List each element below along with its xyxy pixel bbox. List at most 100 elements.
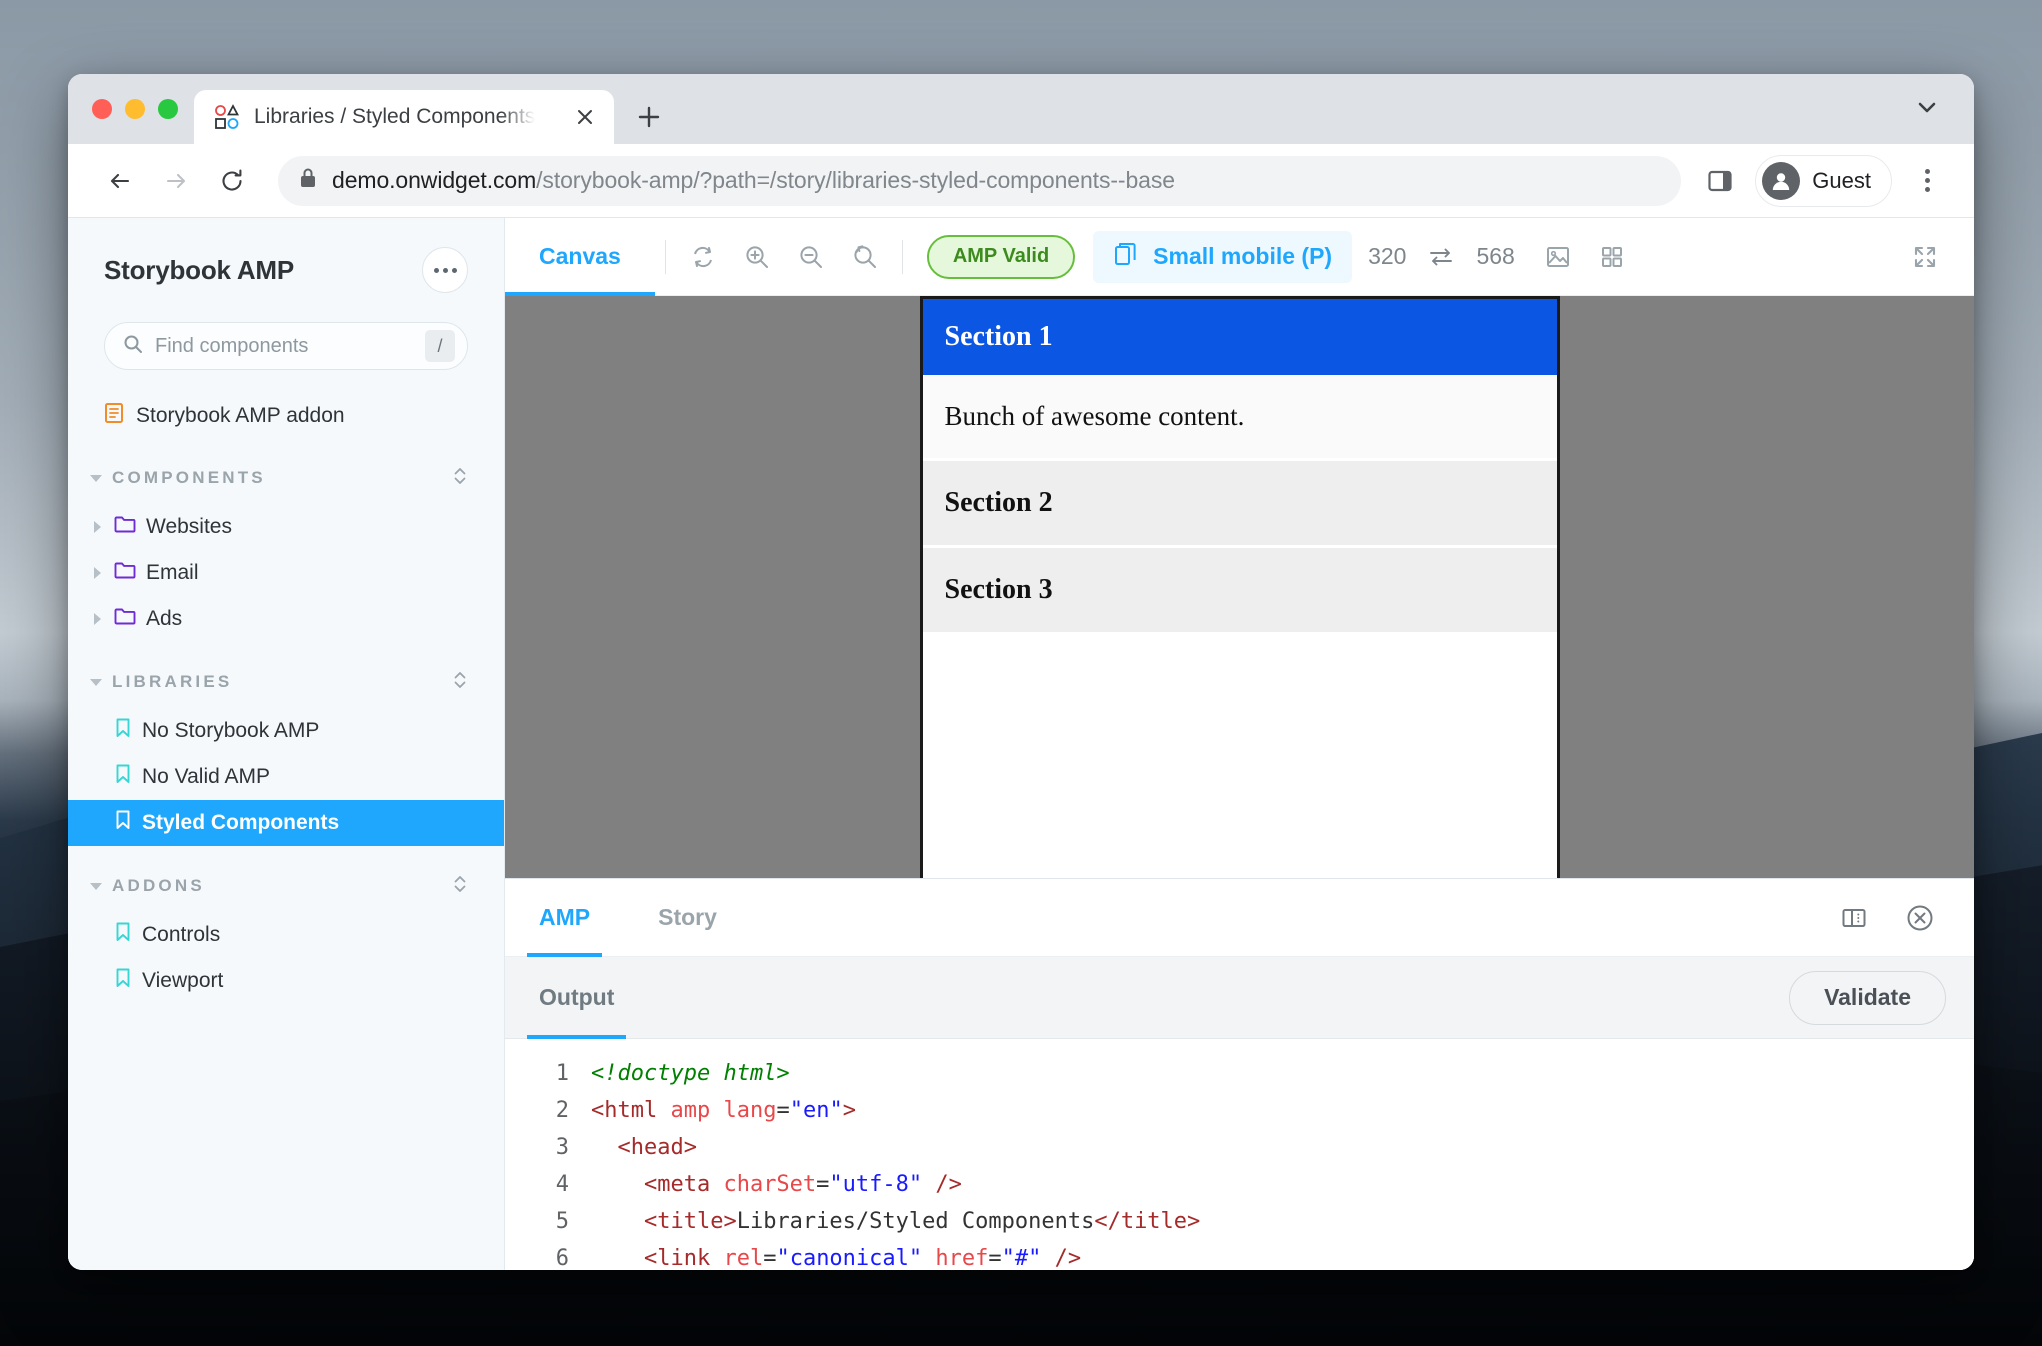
validate-button[interactable]: Validate <box>1789 971 1946 1025</box>
amp-output-code[interactable]: 1<!doctype html>2<html amp lang="en">3 <… <box>505 1039 1974 1270</box>
chevron-right-icon[interactable] <box>90 613 104 625</box>
accordion-header-3[interactable]: Section 3 <box>923 548 1557 632</box>
sidebar-item-no-storybook-amp[interactable]: No Storybook AMP <box>68 708 504 754</box>
chevron-down-icon <box>90 679 102 686</box>
browser-window: Libraries / Styled Components <box>68 74 1974 1270</box>
sidebar-item-label: No Storybook AMP <box>142 719 319 743</box>
sidebar-group-libraries[interactable]: LIBRARIES <box>68 656 504 708</box>
code-line: 3 <head> <box>505 1129 1974 1166</box>
close-circle-icon[interactable] <box>1898 896 1942 940</box>
code-line-text: <title>Libraries/Styled Components</titl… <box>591 1203 1200 1240</box>
accordion-content-1: Bunch of awesome content. <box>923 375 1557 458</box>
canvas-toolbar-right <box>1898 230 1952 284</box>
arrow-left-icon[interactable] <box>94 155 146 207</box>
divider <box>665 240 666 274</box>
sidebar-item-no-valid-amp[interactable]: No Valid AMP <box>68 754 504 800</box>
divider <box>902 240 903 274</box>
storybook-sidebar: Storybook AMP Find components / <box>68 218 505 1270</box>
sidebar-group-components[interactable]: COMPONENTS <box>68 452 504 504</box>
zoom-out-icon[interactable] <box>784 230 838 284</box>
browser-tab[interactable]: Libraries / Styled Components <box>194 90 614 144</box>
window-traffic-lights <box>68 74 194 144</box>
addon-panel-subtabs: Output Validate <box>505 957 1974 1039</box>
code-line: 4 <meta charSet="utf-8" /> <box>505 1166 1974 1203</box>
code-line-text: <html amp lang="en"> <box>591 1092 856 1129</box>
sidebar-tree: Storybook AMP addon COMPONENTS Websites <box>68 394 504 1270</box>
code-line: 6 <link rel="canonical" href="#" /> <box>505 1240 1974 1270</box>
minimize-window-button[interactable] <box>125 99 145 119</box>
preview-empty-space <box>923 632 1557 812</box>
canvas-toolbar: Canvas <box>505 218 1974 296</box>
tab-output[interactable]: Output <box>505 957 648 1039</box>
code-line-number: 4 <box>505 1166 591 1203</box>
search-input[interactable]: Find components / <box>104 322 468 370</box>
close-window-button[interactable] <box>92 99 112 119</box>
code-line-text: <link rel="canonical" href="#" /> <box>591 1240 1081 1270</box>
swap-arrows-icon[interactable] <box>1422 244 1460 270</box>
bookmark-icon <box>114 810 132 836</box>
grid-icon[interactable] <box>1585 230 1639 284</box>
address-bar[interactable]: demo.onwidget.com/storybook-amp/?path=/s… <box>278 156 1681 206</box>
zoom-in-icon[interactable] <box>730 230 784 284</box>
kebab-menu-icon[interactable] <box>1904 158 1950 204</box>
fullscreen-icon[interactable] <box>1898 230 1952 284</box>
sidebar-item-websites[interactable]: Websites <box>68 504 504 550</box>
chevron-right-icon[interactable] <box>90 567 104 579</box>
sidebar-item-controls[interactable]: Controls <box>68 912 504 958</box>
chevron-updown-icon[interactable] <box>452 669 468 696</box>
tab-canvas[interactable]: Canvas <box>505 218 655 296</box>
sidebar-item-viewport[interactable]: Viewport <box>68 958 504 1004</box>
viewport-label: Small mobile (P) <box>1153 243 1332 270</box>
sidebar-header: Storybook AMP <box>68 244 504 296</box>
tab-story[interactable]: Story <box>624 879 751 957</box>
bookmark-icon <box>114 718 132 744</box>
code-line: 2<html amp lang="en"> <box>505 1092 1974 1129</box>
sidebar-item-label: Styled Components <box>142 811 339 835</box>
close-icon[interactable] <box>570 102 600 132</box>
code-line-text: <head> <box>591 1129 697 1166</box>
profile-name: Guest <box>1812 168 1871 194</box>
status-badge[interactable]: AMP Valid <box>927 235 1075 279</box>
browser-tab-title: Libraries / Styled Components <box>254 105 535 129</box>
code-line-text: <!doctype html> <box>591 1055 790 1092</box>
sidebar-item-label: Controls <box>142 923 220 947</box>
sidebar-item-styled-components[interactable]: Styled Components <box>68 800 504 846</box>
sidebar-item-storybook-amp-addon[interactable]: Storybook AMP addon <box>68 394 504 438</box>
side-panel-icon[interactable] <box>1697 158 1743 204</box>
sidebar-item-label: Storybook AMP addon <box>136 404 345 428</box>
ellipsis-icon[interactable] <box>422 247 468 293</box>
viewport-width[interactable]: 320 <box>1352 243 1422 270</box>
code-line: 1<!doctype html> <box>505 1055 1974 1092</box>
sidebar-item-label: Viewport <box>142 969 223 993</box>
zoom-reset-icon[interactable] <box>838 230 892 284</box>
folder-icon <box>114 515 136 539</box>
maximize-window-button[interactable] <box>158 99 178 119</box>
sidebar-group-addons[interactable]: ADDONS <box>68 860 504 912</box>
document-icon <box>104 402 124 430</box>
background-image-icon[interactable] <box>1531 230 1585 284</box>
profile-button[interactable]: Guest <box>1755 155 1892 207</box>
chevron-updown-icon[interactable] <box>452 465 468 492</box>
chevron-updown-icon[interactable] <box>452 873 468 900</box>
chevron-right-icon[interactable] <box>90 521 104 533</box>
tab-amp[interactable]: AMP <box>505 879 624 957</box>
panel-layout-icon[interactable] <box>1832 896 1876 940</box>
viewport-selector[interactable]: Small mobile (P) <box>1093 231 1352 283</box>
arrow-right-icon[interactable] <box>150 155 202 207</box>
lock-icon <box>298 166 318 195</box>
search-shortcut-key: / <box>425 330 455 362</box>
sidebar-item-email[interactable]: Email <box>68 550 504 596</box>
remount-icon[interactable] <box>676 230 730 284</box>
accordion-header-2[interactable]: Section 2 <box>923 461 1557 545</box>
url-domain: demo.onwidget.com <box>332 167 536 193</box>
chevron-down-icon[interactable] <box>1914 94 1940 125</box>
sidebar-item-label: Websites <box>146 515 232 539</box>
plus-icon[interactable] <box>626 94 672 140</box>
bookmark-icon <box>114 922 132 948</box>
sidebar-item-label: No Valid AMP <box>142 765 270 789</box>
viewport-height[interactable]: 568 <box>1460 243 1530 270</box>
page-title: Storybook AMP <box>104 255 294 286</box>
accordion-header-1[interactable]: Section 1 <box>923 299 1557 375</box>
reload-icon[interactable] <box>206 155 258 207</box>
sidebar-item-ads[interactable]: Ads <box>68 596 504 642</box>
